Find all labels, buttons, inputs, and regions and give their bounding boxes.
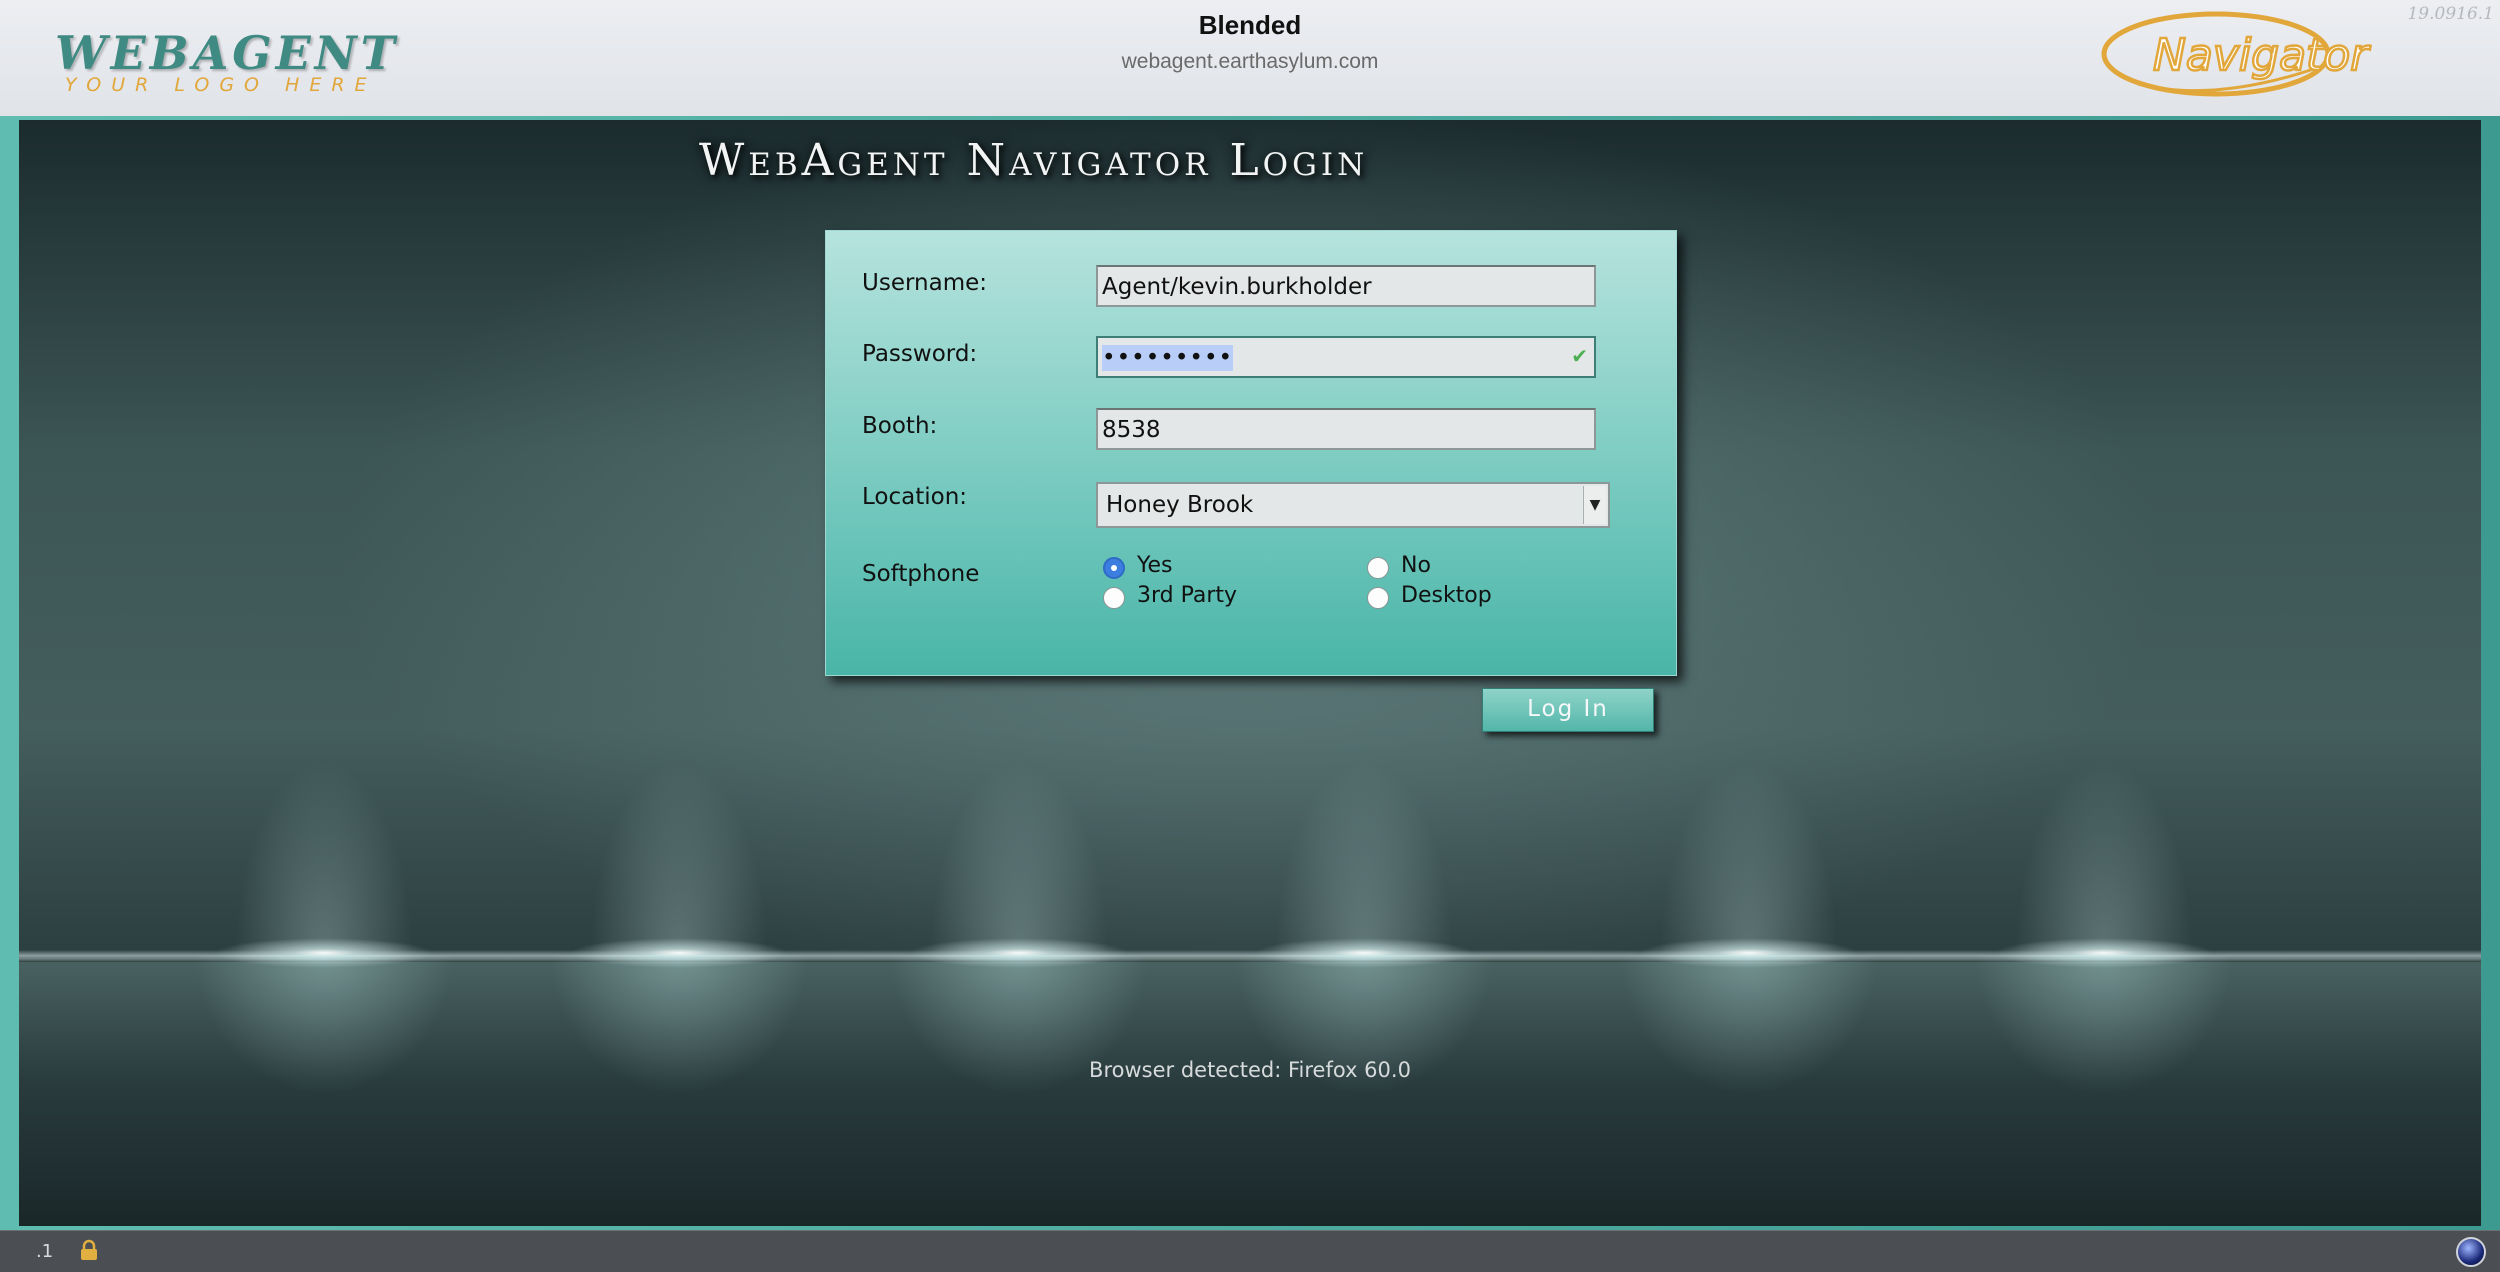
location-select[interactable]: Honey Brook ▼	[1096, 482, 1610, 528]
password-label: Password:	[862, 341, 978, 367]
location-value: Honey Brook	[1106, 492, 1254, 518]
softphone-yes-label: Yes	[1137, 553, 1173, 578]
status-text: .1	[36, 1241, 54, 1262]
password-input[interactable]: ••••••••• ✔	[1096, 336, 1596, 378]
navigator-logo: Navigator	[2101, 11, 2372, 97]
booth-input[interactable]: 8538	[1096, 408, 1596, 450]
spotlight-beam	[1274, 760, 1454, 960]
chevron-down-icon[interactable]: ▼	[1583, 486, 1606, 524]
spotlight-beam	[589, 760, 769, 960]
app-header: WEBAGENT YOUR LOGO HERE Blended webagent…	[0, 0, 2500, 116]
softphone-3rd-party-radio[interactable]	[1103, 587, 1125, 609]
softphone-desktop-label: Desktop	[1401, 583, 1492, 608]
username-label: Username:	[862, 270, 987, 296]
spotlight-beam	[929, 760, 1109, 960]
browser-detected: Browser detected: Firefox 60.0	[1089, 1058, 1411, 1082]
page-title: WebAgent Navigator Login	[699, 135, 1369, 186]
navigator-logo-text: Navigator	[2153, 30, 2371, 81]
softphone-label: Softphone	[862, 561, 980, 587]
password-value: •••••••••	[1102, 345, 1234, 371]
spotlight-beam	[2014, 760, 2194, 960]
status-bar: .1	[0, 1230, 2500, 1272]
check-icon: ✔	[1571, 344, 1588, 368]
login-button[interactable]: Log In	[1482, 688, 1654, 732]
username-input[interactable]: Agent/kevin.burkholder	[1096, 265, 1596, 307]
softphone-3rd-party-label: 3rd Party	[1137, 583, 1238, 608]
spotlight-beam	[1659, 760, 1839, 960]
softphone-desktop-radio[interactable]	[1367, 587, 1389, 609]
spotlight-beam	[234, 760, 414, 960]
globe-icon[interactable]	[2456, 1237, 2486, 1267]
version-label: 19.0916.1	[2407, 4, 2494, 24]
logo-tagline: YOUR LOGO HERE	[65, 74, 377, 96]
booth-label: Booth:	[862, 413, 938, 439]
login-stage: WebAgent Navigator Login Username: Agent…	[19, 120, 2481, 1226]
softphone-no-radio[interactable]	[1367, 557, 1389, 579]
softphone-no-label: No	[1401, 553, 1431, 578]
softphone-yes-radio[interactable]	[1103, 557, 1125, 579]
location-label: Location:	[862, 484, 968, 510]
login-panel: Username: Agent/kevin.burkholder Passwor…	[825, 230, 1677, 676]
lock-icon[interactable]	[78, 1239, 100, 1261]
